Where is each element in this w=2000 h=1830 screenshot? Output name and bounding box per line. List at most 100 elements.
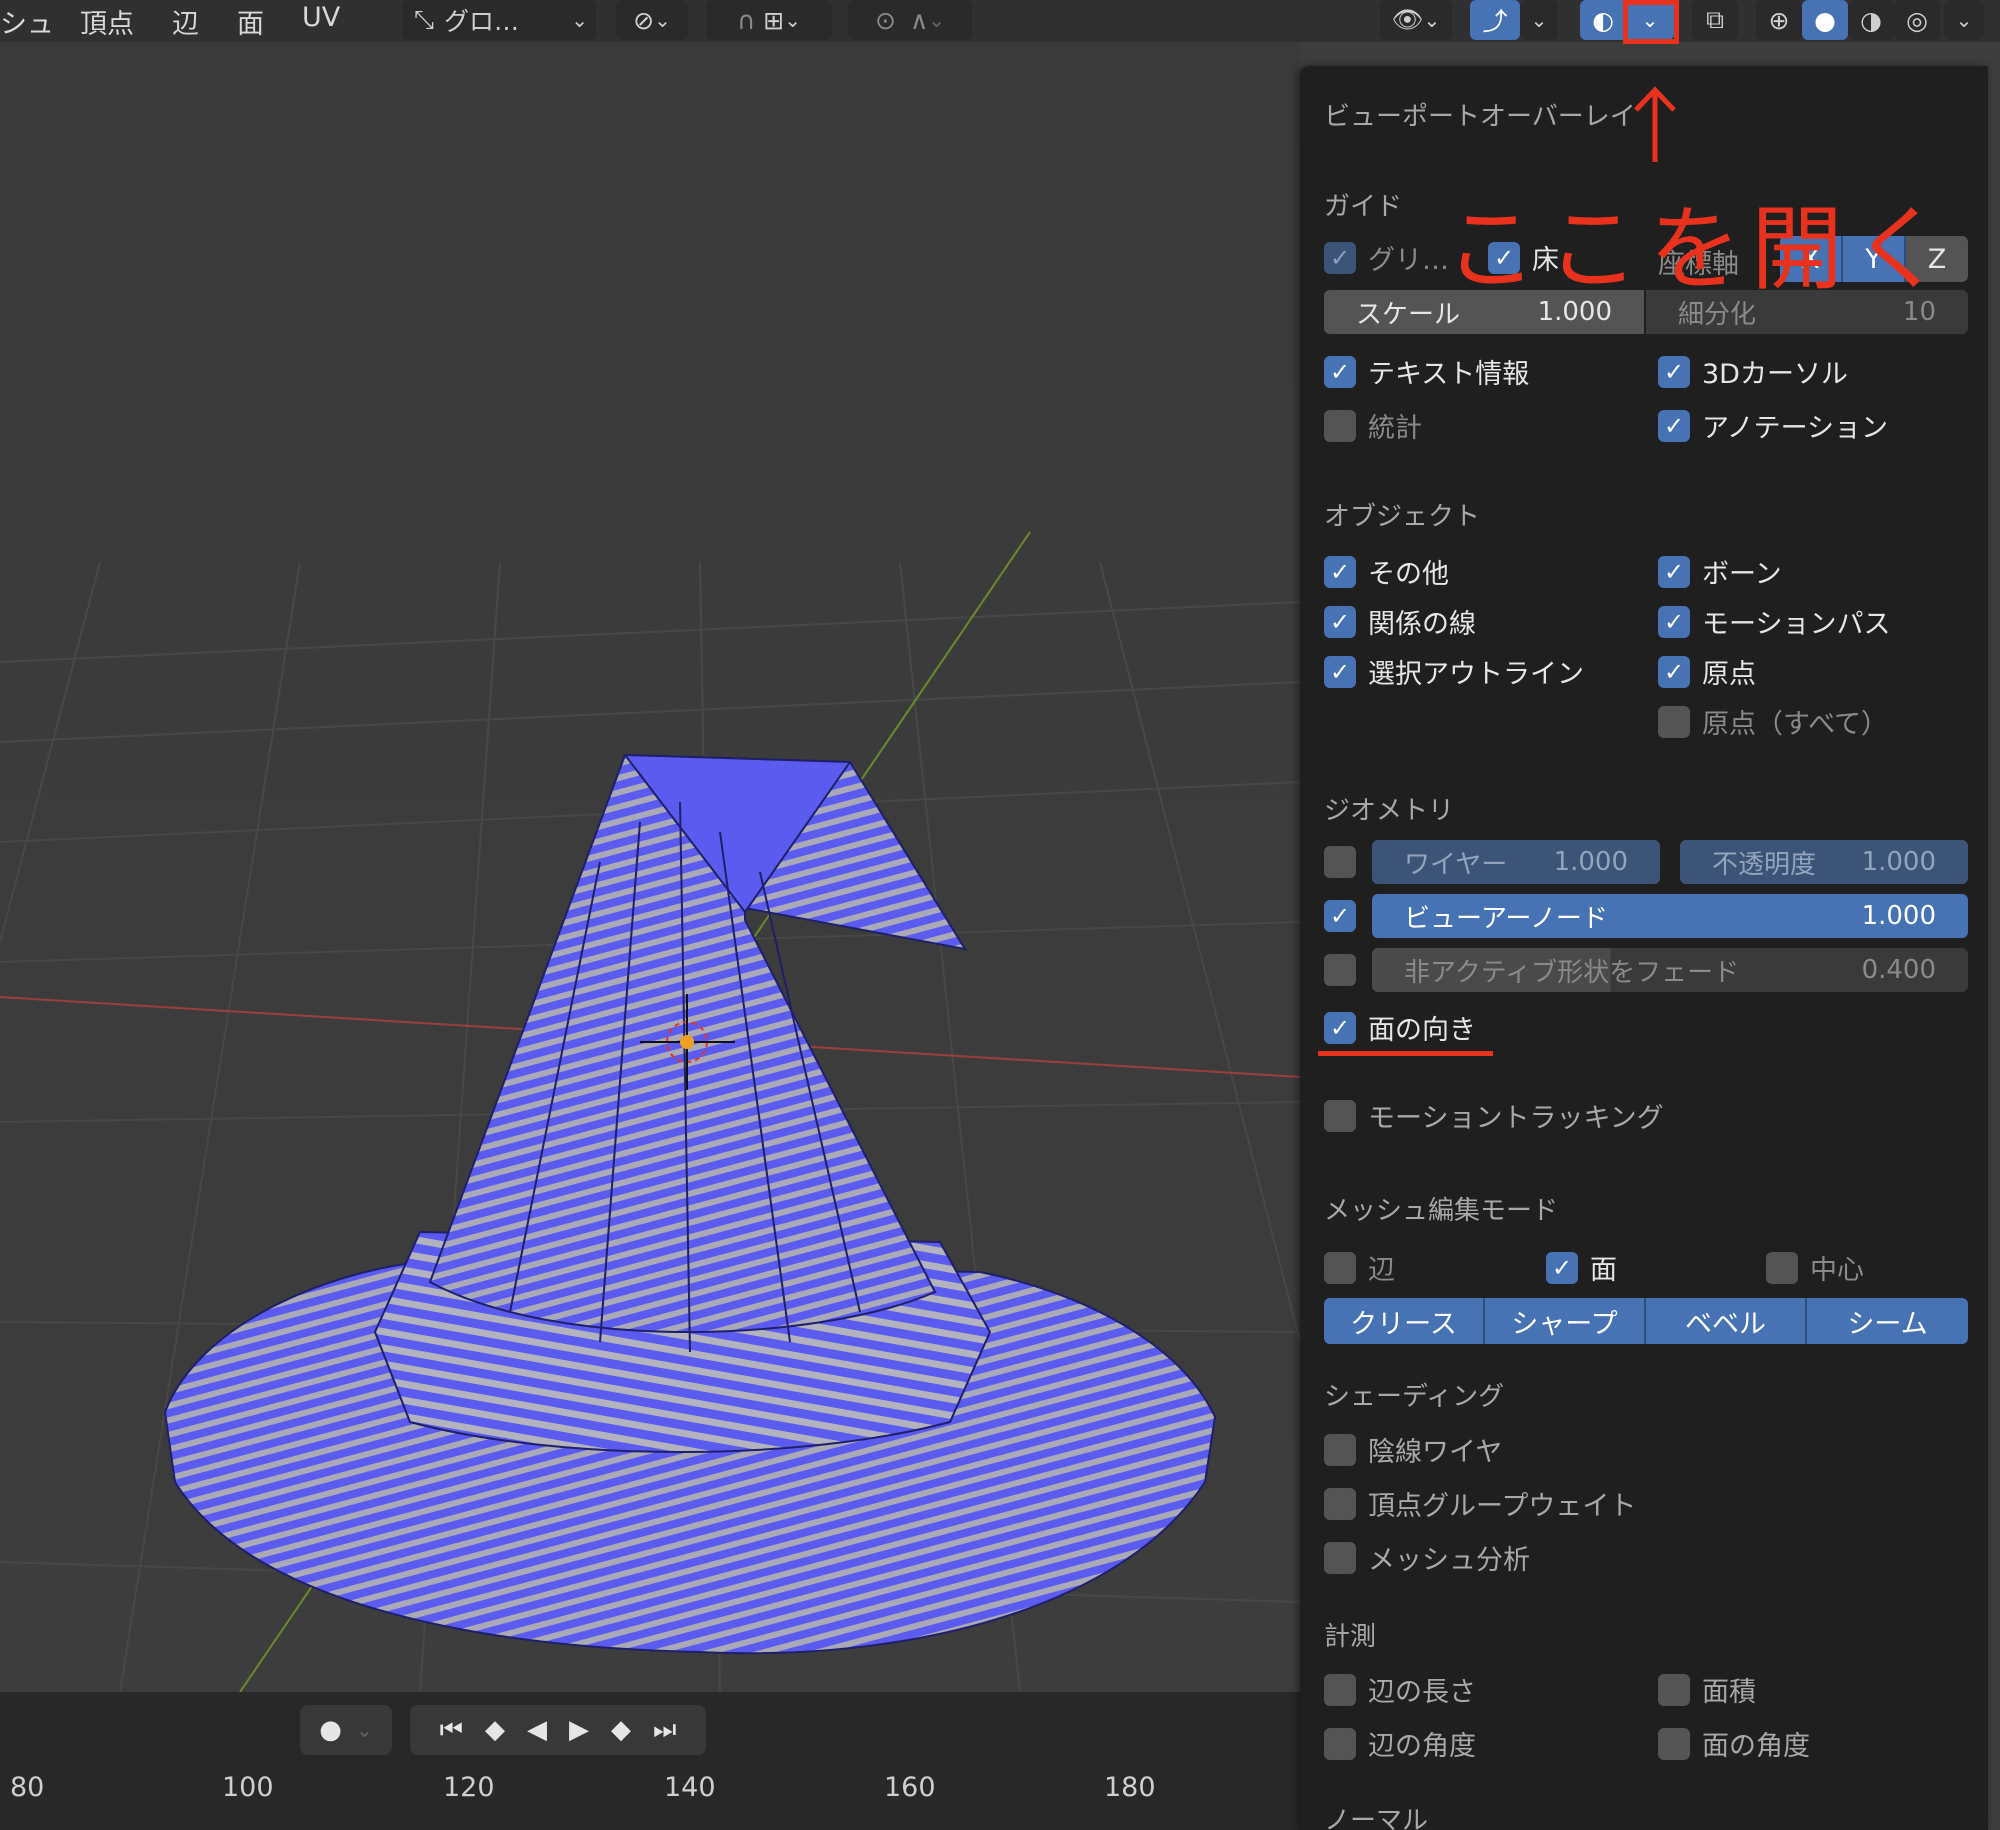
motion-tracking-toggle[interactable]: モーショントラッキング xyxy=(1324,1096,1664,1135)
transform-orientation-label: グロ… xyxy=(444,7,520,36)
wireframe-threshold-field[interactable]: ワイヤー 1.000 xyxy=(1372,840,1660,884)
menu-uv[interactable]: UV xyxy=(302,2,340,33)
section-normals: ノーマル xyxy=(1324,1806,1429,1830)
falloff-curve-icon: ∧ xyxy=(909,5,929,35)
section-geometry: ジオメトリ xyxy=(1324,796,1455,826)
gizmo-toggle[interactable]: ⤴ xyxy=(1470,0,1520,40)
show-faces-toggle[interactable]: ✓ 面 xyxy=(1546,1248,1617,1287)
motion-paths-toggle[interactable]: ✓ モーションパス xyxy=(1658,602,1890,641)
overlays-toggle[interactable]: ◐ xyxy=(1580,0,1626,40)
shading-dropdown[interactable]: ⌄ xyxy=(1944,0,1984,40)
play-icon[interactable]: ▶ xyxy=(569,1715,589,1745)
text-info-toggle[interactable]: ✓ テキスト情報 xyxy=(1324,352,1529,391)
wireframe-value: 1.000 xyxy=(1553,847,1628,877)
3d-cursor-label: 3Dカーソル xyxy=(1702,359,1848,390)
grid-label: グリ… xyxy=(1368,245,1449,276)
face-area-toggle[interactable]: 面積 xyxy=(1658,1670,1756,1709)
auto-keying-button[interactable]: ● ⌄ xyxy=(300,1705,392,1755)
viewer-node-toggle[interactable]: ✓ xyxy=(1324,900,1356,932)
checkbox-empty-icon xyxy=(1658,1727,1690,1760)
solid-sphere-icon: ● xyxy=(1814,5,1836,35)
checkbox-empty-icon xyxy=(1658,1673,1690,1706)
checkbox-check-icon: ✓ xyxy=(1324,241,1356,274)
show-center-toggle[interactable]: 中心 xyxy=(1766,1248,1864,1287)
sharp-toggle[interactable]: シャープ xyxy=(1485,1298,1646,1344)
shading-material-button[interactable]: ◑ xyxy=(1848,0,1894,40)
menu-vertex[interactable]: 頂点 xyxy=(80,2,134,41)
frame-label: 160 xyxy=(884,1772,936,1803)
checkbox-empty-icon xyxy=(1766,1251,1798,1284)
gizmo-dropdown[interactable]: ⌄ xyxy=(1520,0,1558,40)
checkbox-empty-icon xyxy=(1324,1487,1356,1520)
fade-inactive-toggle[interactable] xyxy=(1324,954,1356,986)
relationship-lines-label: 関係の線 xyxy=(1368,609,1476,640)
annotations-label: アノテーション xyxy=(1702,413,1889,444)
viewer-node-opacity-field[interactable]: ビューアーノード 1.000 xyxy=(1372,894,1968,938)
face-angle-toggle[interactable]: 面の角度 xyxy=(1658,1724,1810,1763)
opacity-label: 不透明度 xyxy=(1712,849,1817,880)
grid-toggle[interactable]: ✓ グリ… xyxy=(1324,238,1449,277)
pivot-point-dropdown[interactable]: ⊘ ⌄ xyxy=(616,0,688,40)
checkbox-check-icon: ✓ xyxy=(1658,605,1690,638)
witch-hat-mesh xyxy=(163,753,1217,1655)
origins-all-label: 原点（すべて） xyxy=(1702,709,1889,740)
annotation-text: ここを開く xyxy=(1445,196,1956,303)
extras-toggle[interactable]: ✓ その他 xyxy=(1324,552,1449,591)
center-label: 中心 xyxy=(1810,1255,1864,1286)
3d-viewport[interactable] xyxy=(0,42,1300,1692)
hidden-wire-toggle[interactable]: 陰線ワイヤ xyxy=(1324,1430,1502,1469)
origins-toggle[interactable]: ✓ 原点 xyxy=(1658,652,1756,691)
mesh-analysis-toggle[interactable]: メッシュ分析 xyxy=(1324,1538,1530,1577)
shading-solid-button[interactable]: ● xyxy=(1802,0,1848,40)
origins-all-toggle[interactable]: 原点（すべて） xyxy=(1658,702,1888,741)
outline-selected-toggle[interactable]: ✓ 選択アウトライン xyxy=(1324,652,1584,691)
vertex-group-weights-toggle[interactable]: 頂点グループウェイト xyxy=(1324,1484,1636,1523)
checkbox-empty-icon xyxy=(1324,954,1356,986)
menu-face[interactable]: 面 xyxy=(237,2,264,41)
checkbox-check-icon: ✓ xyxy=(1658,409,1690,442)
extras-label: その他 xyxy=(1368,559,1449,590)
viewport-header: シュ 頂点 辺 面 UV ⤡ グロ… ⌄ ⊘ ⌄ ∩ ⊞ ⌄ ⊙ ∧ ⌄ 👁 ⌄ ⤴ ⌄… xyxy=(0,0,2000,42)
wireframe-opacity-field[interactable]: 不透明度 1.000 xyxy=(1680,840,1968,884)
menu-mesh[interactable]: シュ xyxy=(0,2,54,41)
3d-cursor-toggle[interactable]: ✓ 3Dカーソル xyxy=(1658,352,1848,391)
vertex-group-weights-label: 頂点グループウェイト xyxy=(1368,1491,1637,1522)
rendered-sphere-icon: ◎ xyxy=(1906,5,1928,35)
statistics-toggle[interactable]: 統計 xyxy=(1324,406,1422,445)
checkbox-check-icon: ✓ xyxy=(1324,355,1356,388)
jump-end-icon[interactable]: ⏭ xyxy=(653,1715,676,1746)
proportional-editing-dropdown[interactable]: ⊙ ∧ ⌄ xyxy=(848,0,972,40)
seam-toggle[interactable]: シーム xyxy=(1807,1298,1968,1344)
bevel-toggle[interactable]: ベベル xyxy=(1646,1298,1807,1344)
visibility-selectability-dropdown[interactable]: 👁 ⌄ xyxy=(1380,0,1452,40)
show-edges-toggle[interactable]: 辺 xyxy=(1324,1248,1395,1287)
hidden-wire-label: 陰線ワイヤ xyxy=(1368,1437,1503,1468)
checkbox-empty-icon xyxy=(1324,1673,1356,1706)
menu-edge[interactable]: 辺 xyxy=(172,2,199,41)
chevron-down-icon: ⌄ xyxy=(784,8,802,32)
crease-toggle[interactable]: クリース xyxy=(1324,1298,1485,1344)
edge-angle-toggle[interactable]: 辺の角度 xyxy=(1324,1724,1476,1763)
snap-magnet-icon: ∩ xyxy=(736,5,756,35)
edge-length-toggle[interactable]: 辺の長さ xyxy=(1324,1670,1476,1709)
shading-rendered-button[interactable]: ◎ xyxy=(1894,0,1940,40)
xray-toggle[interactable]: ⧉ xyxy=(1692,0,1738,40)
jump-prev-keyframe-icon[interactable]: ◆ xyxy=(485,1715,505,1745)
bones-toggle[interactable]: ✓ ボーン xyxy=(1658,552,1782,591)
jump-start-icon[interactable]: ⏮ xyxy=(440,1715,463,1746)
viewport-overlays-popover: ビューポートオーバーレイ ガイド ✓ グリ… ✓ 床 座標軸 X Y Z スケール … xyxy=(1300,66,1988,1830)
play-reverse-icon[interactable]: ◀ xyxy=(527,1715,547,1745)
chevron-down-icon: ⌄ xyxy=(355,1718,373,1742)
chevron-down-icon: ⌄ xyxy=(654,8,671,32)
face-orientation-toggle[interactable]: ✓ 面の向き xyxy=(1324,1008,1476,1047)
wireframe-toggle[interactable] xyxy=(1324,846,1356,878)
jump-next-keyframe-icon[interactable]: ◆ xyxy=(611,1715,631,1745)
transform-orientation-dropdown[interactable]: ⤡ グロ… ⌄ xyxy=(402,0,596,40)
motion-tracking-label: モーショントラッキング xyxy=(1368,1103,1664,1134)
fade-inactive-field[interactable]: 非アクティブ形状をフェード 0.400 xyxy=(1372,948,1968,992)
shading-wireframe-button[interactable]: ⊕ xyxy=(1756,0,1802,40)
snapping-dropdown[interactable]: ∩ ⊞ ⌄ xyxy=(706,0,832,40)
bones-label: ボーン xyxy=(1702,559,1782,590)
annotations-toggle[interactable]: ✓ アノテーション xyxy=(1658,406,1888,445)
relationship-lines-toggle[interactable]: ✓ 関係の線 xyxy=(1324,602,1476,641)
